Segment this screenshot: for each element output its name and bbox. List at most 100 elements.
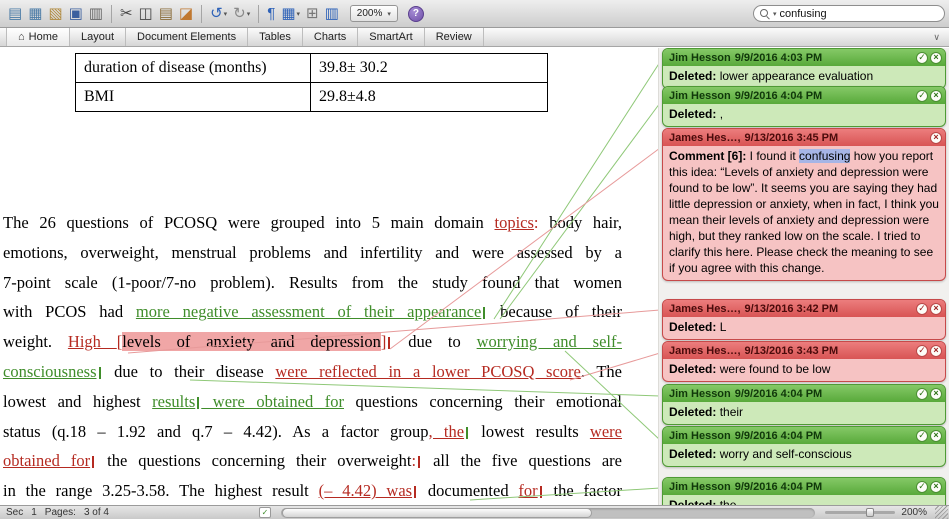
tab-home[interactable]: ⌂ Home bbox=[6, 28, 70, 46]
comment-balloon[interactable]: James Hes…, 9/13/2016 3:45 PM × Comment [6]… bbox=[662, 128, 946, 281]
table-cell[interactable]: 39.8± 30.2 bbox=[310, 53, 548, 83]
collapse-ribbon-button[interactable]: ∨ bbox=[924, 28, 949, 46]
deletion-balloon[interactable]: Jim Hesson 9/9/2016 4:04 PM ✓ × Deleted: the… bbox=[662, 384, 946, 425]
pages-value: 3 of 4 bbox=[83, 507, 109, 518]
text-line[interactable]: obtained for the questions concerning th… bbox=[3, 446, 622, 476]
tab-document-elements[interactable]: Document Elements bbox=[126, 28, 249, 46]
text-line[interactable]: 7-point scale (1-poor/7-no problem). Res… bbox=[3, 268, 622, 298]
zoom-slider-thumb[interactable] bbox=[866, 508, 875, 517]
text-segment: body hair, bbox=[538, 213, 622, 232]
reject-change-button[interactable]: × bbox=[930, 480, 942, 493]
table-cell[interactable]: BMI bbox=[75, 82, 311, 112]
balloon-header: James Hes…, 9/13/2016 3:45 PM × bbox=[663, 129, 945, 146]
accept-change-button[interactable]: ✓ bbox=[916, 387, 928, 400]
help-button[interactable]: ? bbox=[407, 5, 424, 22]
show-ruler-icon: ⊞ bbox=[306, 5, 319, 22]
show-ruler-button[interactable]: ⊞ bbox=[303, 3, 322, 25]
columns-button[interactable]: ▥ bbox=[322, 3, 342, 25]
balloon-timestamp: 9/9/2016 4:03 PM bbox=[734, 51, 823, 64]
reject-change-button[interactable]: × bbox=[930, 387, 942, 400]
save-button[interactable]: ▣ bbox=[66, 3, 86, 25]
reject-change-button[interactable]: × bbox=[930, 344, 942, 357]
tab-tables[interactable]: Tables bbox=[248, 28, 303, 46]
accept-change-button[interactable]: ✓ bbox=[916, 429, 928, 442]
format-painter-button[interactable]: ◪ bbox=[176, 3, 196, 25]
accept-change-button[interactable]: ✓ bbox=[916, 344, 928, 357]
data-table: duration of disease (months) 39.8± 30.2 BM… bbox=[75, 53, 548, 112]
view-options-button[interactable]: ▦ ▾ bbox=[278, 3, 303, 25]
text-line[interactable]: consciousness due to their disease were … bbox=[3, 357, 622, 387]
reject-change-button[interactable]: × bbox=[930, 429, 942, 442]
redo-icon: ↻ bbox=[233, 5, 246, 22]
horizontal-scrollbar-thumb[interactable] bbox=[281, 507, 592, 518]
text-segment: all the five questions are bbox=[422, 451, 622, 471]
text-segment: obtained for bbox=[3, 451, 91, 471]
table-cell[interactable]: 29.8±4.8 bbox=[310, 82, 548, 112]
deletion-balloon[interactable]: James Hes…, 9/13/2016 3:43 PM ✓ × Deleted: w… bbox=[662, 341, 946, 382]
revision-mark bbox=[539, 486, 542, 499]
balloon-buttons: ✓ × bbox=[916, 302, 942, 315]
balloon-text: their bbox=[719, 405, 744, 419]
deletion-balloon[interactable]: Jim Hesson 9/9/2016 4:04 PM ✓ × Deleted: the bbox=[662, 477, 946, 505]
tab-smartart[interactable]: SmartArt bbox=[358, 28, 425, 46]
paste-icon: ▤ bbox=[158, 5, 173, 22]
balloon-header: Jim Hesson 9/9/2016 4:04 PM ✓ × bbox=[663, 87, 945, 104]
balloon-text: how you report this idea: “Levels of anx… bbox=[669, 149, 939, 275]
zoom-slider[interactable] bbox=[825, 508, 896, 517]
deletion-balloon[interactable]: Jim Hesson 9/9/2016 4:03 PM ✓ × Deleted: low… bbox=[662, 48, 946, 89]
tab-charts[interactable]: Charts bbox=[303, 28, 359, 46]
tab-review[interactable]: Review bbox=[425, 28, 484, 46]
paragraph[interactable]: The 26 questions of PCOSQ were grouped i… bbox=[3, 208, 622, 505]
text-line[interactable]: in the range 3.25-3.58. The highest resu… bbox=[3, 476, 622, 505]
accept-change-button[interactable]: ✓ bbox=[916, 480, 928, 493]
text-line[interactable]: lowest and highest results were obtained… bbox=[3, 387, 622, 417]
text-line[interactable]: status (q.18 – 1.92 and q.7 – 4.42). As … bbox=[3, 417, 622, 447]
reject-change-button[interactable]: × bbox=[930, 89, 942, 102]
toolbar-buttons: ▤ ▦ ▧ ▣ ▥ ✂ ◫ ▤ ◪ ↺ ▾ ↻ ▾ ¶ ▦ ▾ ⊞ ▥ bbox=[5, 3, 342, 25]
commented-text: levels of anxiety and depression bbox=[122, 332, 381, 352]
balloon-header: Jim Hesson 9/9/2016 4:03 PM ✓ × bbox=[663, 49, 945, 66]
table-cell[interactable]: duration of disease (months) bbox=[75, 53, 311, 83]
resize-grip[interactable] bbox=[935, 506, 948, 519]
open-button[interactable]: ▧ bbox=[45, 3, 65, 25]
accept-change-button[interactable]: ✓ bbox=[916, 89, 928, 102]
accept-change-button[interactable]: ✓ bbox=[916, 51, 928, 64]
balloon-timestamp: 9/9/2016 4:04 PM bbox=[734, 480, 823, 493]
deletion-balloon[interactable]: James Hes…, 9/13/2016 3:42 PM ✓ × Deleted: L bbox=[662, 299, 946, 340]
show-paragraph-marks-button[interactable]: ¶ bbox=[264, 3, 278, 25]
toolbar-separator bbox=[110, 4, 112, 23]
cut-button[interactable]: ✂ bbox=[117, 3, 136, 25]
reject-change-button[interactable]: × bbox=[930, 302, 942, 315]
gallery-button[interactable]: ▦ bbox=[25, 3, 45, 25]
question-mark-icon: ? bbox=[412, 8, 419, 19]
accept-change-button[interactable]: ✓ bbox=[916, 302, 928, 315]
toolbar-separator bbox=[258, 4, 260, 23]
print-button[interactable]: ▥ bbox=[86, 3, 106, 25]
reject-change-button[interactable]: × bbox=[930, 51, 942, 64]
balloon-header: James Hes…, 9/13/2016 3:43 PM ✓ × bbox=[663, 342, 945, 359]
revision-mark bbox=[483, 307, 486, 320]
new-document-button[interactable]: ▤ bbox=[5, 3, 25, 25]
undo-button[interactable]: ↺ ▾ bbox=[207, 3, 230, 25]
review-pane: Jim Hesson 9/9/2016 4:03 PM ✓ × Deleted: low… bbox=[658, 48, 949, 505]
balloon-body: Deleted: worry and self-conscious bbox=[663, 444, 945, 466]
text-line[interactable]: The 26 questions of PCOSQ were grouped i… bbox=[3, 208, 622, 238]
reject-change-button[interactable]: × bbox=[930, 131, 942, 144]
search-box[interactable]: ▾ bbox=[753, 5, 945, 22]
document-page[interactable]: duration of disease (months) 39.8± 30.2 BM… bbox=[0, 48, 658, 505]
deletion-balloon[interactable]: Jim Hesson 9/9/2016 4:04 PM ✓ × Deleted: , bbox=[662, 86, 946, 127]
zoom-select[interactable]: 200% ▾ bbox=[349, 5, 398, 22]
search-input[interactable] bbox=[779, 7, 938, 20]
paste-button[interactable]: ▤ bbox=[156, 3, 176, 25]
word-window: ▤▦▧▣▥✂◫▤◪↺▾↻▾¶▦▾⊞▥ 200% ▾ ? ▾ ⌂HomeLayou… bbox=[0, 0, 949, 519]
text-line[interactable]: emotions, overweight, menstrual problems… bbox=[3, 238, 622, 268]
text-segment: 7-point scale (1-poor/7-no problem). Res… bbox=[3, 272, 622, 292]
balloon-body: Comment [6]: I found it confusing how yo… bbox=[663, 146, 945, 280]
text-line[interactable]: weight. High [levels of anxiety and depr… bbox=[3, 327, 622, 357]
copy-button[interactable]: ◫ bbox=[136, 3, 156, 25]
redo-button[interactable]: ↻ ▾ bbox=[230, 3, 253, 25]
text-segment: weight. bbox=[3, 332, 68, 352]
tab-layout[interactable]: Layout bbox=[70, 28, 127, 46]
text-line[interactable]: with PCOS had more negative assessment o… bbox=[3, 297, 622, 327]
deletion-balloon[interactable]: Jim Hesson 9/9/2016 4:04 PM ✓ × Deleted: wor… bbox=[662, 426, 946, 467]
